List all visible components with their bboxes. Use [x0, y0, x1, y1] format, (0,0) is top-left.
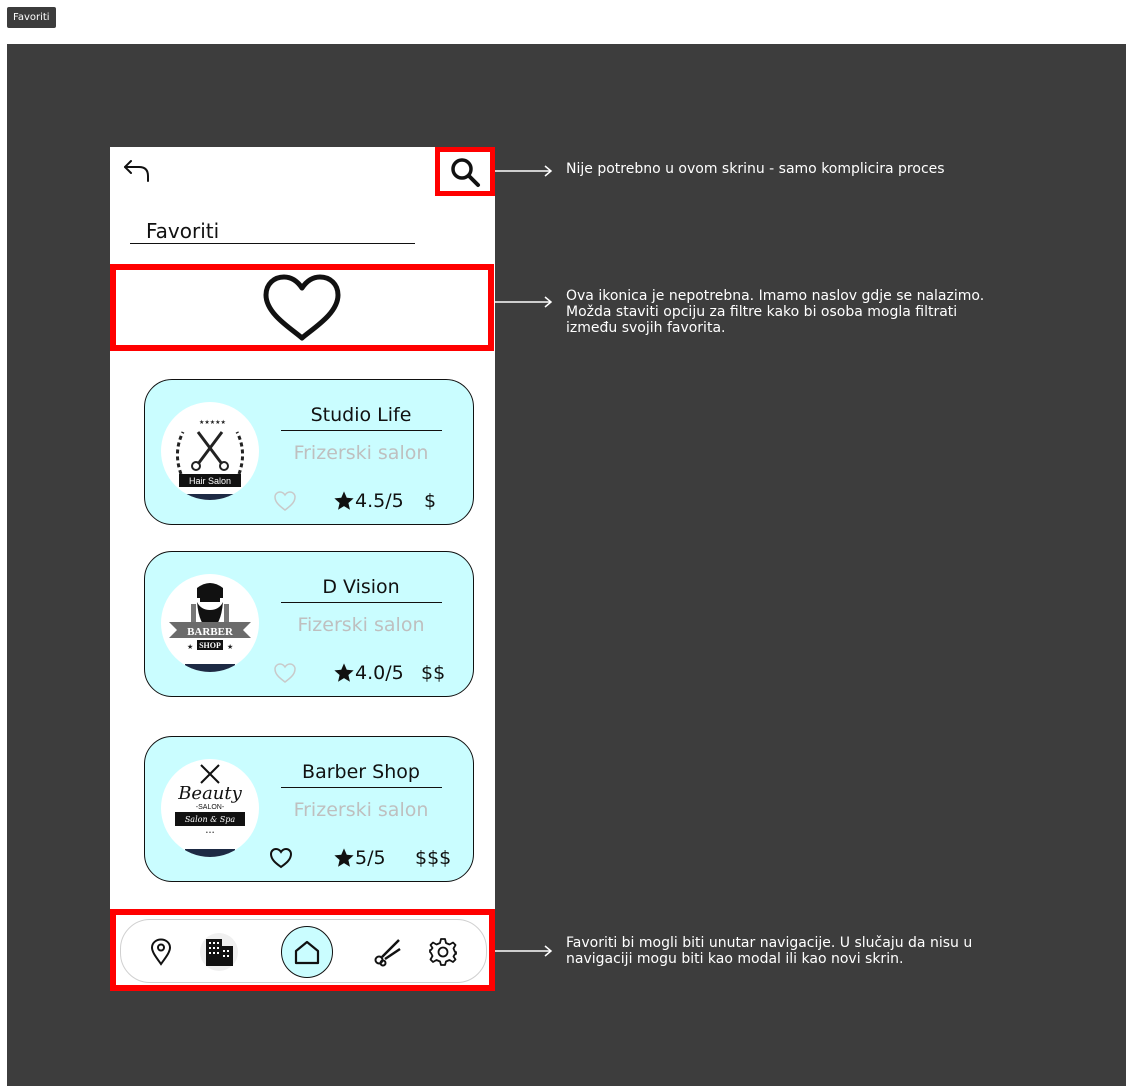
star-icon — [334, 663, 354, 682]
annotation-heart: Ova ikonica je nepotrebna. Imamo naslov … — [566, 288, 984, 336]
bottom-navigation — [110, 909, 495, 991]
canvas: Favoriti ★★★★★ Hair Salon Studio Life Fr… — [7, 44, 1126, 1086]
search-icon — [451, 157, 480, 187]
svg-text:Beauty: Beauty — [177, 783, 242, 804]
name-underline — [281, 787, 442, 788]
salon-price: $ — [424, 490, 437, 512]
favorite-heart-icon[interactable] — [273, 662, 297, 684]
salon-logo: BARBER SHOP ★ ★ — [161, 574, 259, 672]
salon-name: D Vision — [322, 576, 400, 598]
location-icon — [150, 938, 172, 966]
buildings-icon — [200, 933, 238, 971]
annotation-arrow — [495, 945, 553, 957]
phone-screen: Favoriti ★★★★★ Hair Salon Studio Life Fr… — [110, 147, 495, 991]
home-nav-button[interactable] — [281, 926, 333, 978]
buildings-nav-button[interactable] — [199, 932, 239, 972]
svg-text:-SALON-: -SALON- — [196, 804, 225, 811]
frame-label[interactable]: Favoriti — [7, 7, 56, 28]
svg-text:SHOP: SHOP — [199, 641, 221, 650]
settings-nav-button[interactable] — [423, 932, 463, 972]
star-icon — [334, 848, 354, 867]
svg-text:★★★★★: ★★★★★ — [199, 419, 226, 426]
salon-rating: 4.0/5 — [355, 662, 404, 684]
nav-bar — [120, 919, 487, 983]
annotation-line: Možda staviti opciju za filtre kako bi o… — [566, 304, 958, 320]
annotation-search: Nije potrebno u ovom skrinu - samo kompl… — [566, 161, 945, 177]
annotation-line: Favoriti bi mogli biti unutar navigacije… — [566, 935, 973, 951]
salon-card[interactable]: BARBER SHOP ★ ★ D Vision Fizerski salon … — [144, 551, 474, 697]
title-underline — [130, 243, 415, 244]
name-underline — [281, 602, 442, 603]
salon-logo: Beauty -SALON- Salon & Spa • • • — [161, 759, 259, 857]
back-arrow-icon[interactable] — [122, 157, 152, 185]
svg-text:BARBER: BARBER — [187, 626, 234, 638]
scissors-icon — [374, 939, 401, 967]
search-button[interactable] — [435, 147, 495, 196]
salon-price: $$ — [421, 662, 446, 684]
svg-text:★: ★ — [187, 643, 193, 651]
settings-icon — [429, 938, 457, 966]
annotation-line: Ova ikonica je nepotrebna. Imamo naslov … — [566, 288, 985, 304]
favorite-heart-icon[interactable] — [269, 847, 293, 869]
salon-rating: 4.5/5 — [355, 490, 404, 512]
name-underline — [281, 430, 442, 431]
salon-type: Frizerski salon — [293, 442, 429, 464]
star-icon — [334, 491, 354, 510]
annotation-arrow — [495, 296, 553, 308]
svg-text:★: ★ — [227, 643, 233, 651]
salon-price: $$$ — [415, 847, 452, 869]
svg-text:• • •: • • • — [206, 830, 214, 836]
location-nav-button[interactable] — [141, 932, 181, 972]
salon-card[interactable]: Beauty -SALON- Salon & Spa • • • Barber … — [144, 736, 474, 882]
salon-rating: 5/5 — [355, 847, 386, 869]
annotation-line: između svojih favorita. — [566, 320, 726, 336]
favorites-heart-banner — [110, 264, 494, 351]
heart-icon — [263, 274, 341, 340]
salon-name: Barber Shop — [302, 761, 420, 783]
page-title: Favoriti — [146, 219, 220, 243]
svg-text:Salon & Spa: Salon & Spa — [185, 815, 236, 824]
salon-card[interactable]: ★★★★★ Hair Salon Studio Life Frizerski s… — [144, 379, 474, 525]
salon-logo: ★★★★★ Hair Salon — [161, 402, 259, 500]
favorite-heart-icon[interactable] — [273, 490, 297, 512]
annotation-arrow — [495, 165, 553, 177]
annotation-line: navigaciji mogu biti kao modal ili kao n… — [566, 951, 904, 967]
home-icon — [294, 940, 320, 965]
svg-text:Hair Salon: Hair Salon — [189, 476, 231, 486]
salon-type: Fizerski salon — [297, 614, 425, 636]
annotation-navigation: Favoriti bi mogli biti unutar navigacije… — [566, 935, 972, 967]
scissors-nav-button[interactable] — [367, 932, 407, 972]
salon-name: Studio Life — [310, 404, 412, 426]
salon-type: Frizerski salon — [293, 799, 429, 821]
